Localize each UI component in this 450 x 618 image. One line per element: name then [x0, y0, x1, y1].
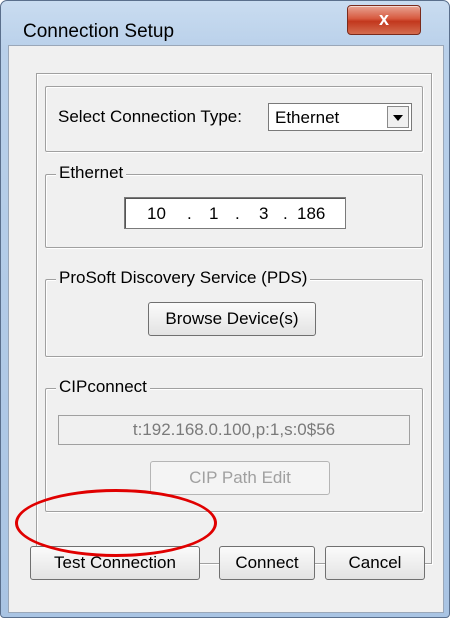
ip-address-field[interactable]: 10 . 1 . 3 . 186 — [124, 197, 346, 229]
window-title: Connection Setup — [23, 21, 175, 42]
cip-path-field: t:192.168.0.100,p:1,s:0$56 — [58, 415, 410, 445]
ip-dot: . — [187, 204, 192, 223]
ip-octet-2[interactable]: 1 — [209, 204, 218, 224]
close-button[interactable]: x — [347, 5, 421, 35]
close-icon: x — [378, 9, 389, 29]
cipconnect-group-label: CIPconnect — [56, 377, 150, 397]
connection-type-value: Ethernet — [275, 108, 340, 127]
ip-octet-3[interactable]: 3 — [259, 204, 268, 224]
connection-type-label: Select Connection Type: — [58, 107, 242, 126]
connection-type-panel: Select Connection Type: Ethernet — [45, 86, 423, 152]
ip-octet-4[interactable]: 186 — [297, 204, 325, 224]
browse-devices-button[interactable]: Browse Device(s) — [148, 302, 316, 336]
cip-path-edit-button: CIP Path Edit — [150, 461, 330, 495]
connect-button[interactable]: Connect — [219, 546, 315, 580]
cipconnect-group: CIPconnect t:192.168.0.100,p:1,s:0$56 CI… — [45, 377, 423, 512]
ip-dot: . — [235, 204, 240, 223]
connection-type-select[interactable]: Ethernet — [268, 103, 412, 131]
pds-group-label: ProSoft Discovery Service (PDS) — [56, 268, 311, 288]
ethernet-group-label: Ethernet — [56, 163, 127, 183]
ethernet-group: Ethernet 10 . 1 . 3 . 186 — [45, 163, 423, 248]
pds-group: ProSoft Discovery Service (PDS) Browse D… — [45, 268, 423, 357]
ip-dot: . — [283, 204, 288, 223]
dialog-window: Connection Setup x Select Connection Typ… — [0, 0, 450, 618]
ip-octet-1[interactable]: 10 — [147, 204, 166, 224]
dialog-client-area: Select Connection Type: Ethernet Etherne… — [8, 45, 444, 613]
cancel-button[interactable]: Cancel — [325, 546, 425, 580]
chevron-down-icon[interactable] — [387, 106, 409, 128]
test-connection-button[interactable]: Test Connection — [30, 546, 200, 580]
